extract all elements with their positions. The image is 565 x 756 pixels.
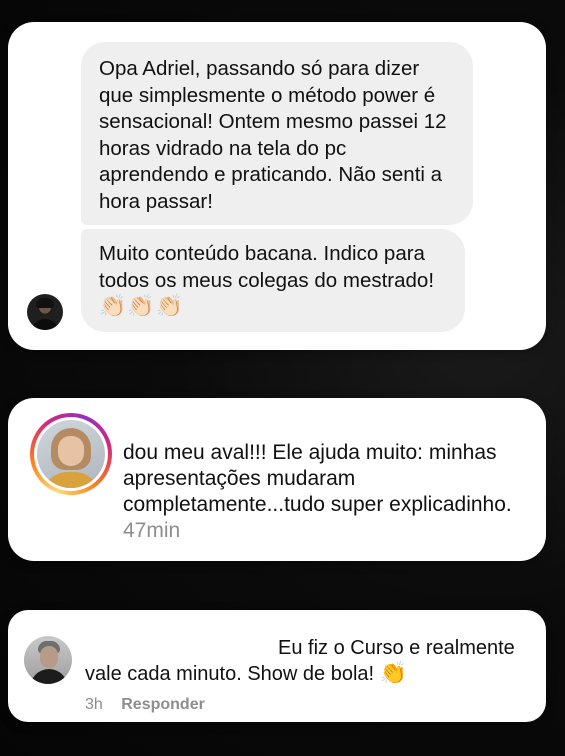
sender-avatar[interactable] bbox=[27, 294, 63, 330]
avatar-body bbox=[30, 669, 68, 684]
comment-text: vale cada minuto. Show de bola! bbox=[85, 663, 375, 685]
message-line: aprendendo e praticando. Não senti a bbox=[99, 163, 443, 186]
story-ring[interactable] bbox=[30, 413, 112, 495]
message-bubble[interactable]: Muito conteúdo bacana. Indico para todos… bbox=[81, 229, 465, 332]
avatar-face bbox=[40, 646, 58, 668]
comment-text: dou meu aval!!! Ele ajuda muito: minhas … bbox=[123, 441, 512, 516]
message-line: sensacional! Ontem mesmo passei 12 bbox=[99, 110, 447, 133]
story-ring-gap bbox=[34, 417, 108, 491]
dm-message-card: Opa Adriel, passando só para dizer que s… bbox=[8, 22, 546, 350]
commenter-avatar bbox=[37, 420, 105, 488]
comment-text-line: vale cada minuto. Show de bola! 👏 bbox=[85, 661, 408, 686]
story-reply-card: dou meu aval!!! Ele ajuda muito: minhas … bbox=[8, 398, 546, 561]
message-bubble[interactable]: Opa Adriel, passando só para dizer que s… bbox=[81, 42, 473, 225]
message-line: todos os meus colegas do mestrado! bbox=[99, 268, 435, 292]
avatar-face bbox=[58, 436, 84, 466]
comment-text-line: Eu fiz o Curso e realmente bbox=[278, 637, 515, 659]
clapping-hands-emoji: 👏 bbox=[379, 661, 409, 686]
commenter-avatar[interactable] bbox=[24, 636, 72, 684]
avatar-shirt bbox=[43, 472, 99, 488]
message-line: Muito conteúdo bacana. Indico para bbox=[99, 242, 425, 265]
comment-time: 47min bbox=[123, 519, 181, 542]
comment-card: Eu fiz o Curso e realmente vale cada min… bbox=[8, 610, 546, 722]
message-line: hora passar! bbox=[99, 189, 213, 213]
message-line: Opa Adriel, passando só para dizer bbox=[99, 57, 420, 80]
clapping-hands-emoji: 👏🏻👏🏻👏🏻 bbox=[99, 294, 185, 319]
story-reply-text: dou meu aval!!! Ele ajuda muito: minhas … bbox=[123, 440, 543, 544]
comment-time: 3h bbox=[85, 696, 103, 713]
comment-meta: 3h Responder bbox=[85, 696, 205, 714]
reply-button[interactable]: Responder bbox=[121, 696, 205, 713]
avatar-hair bbox=[36, 298, 54, 308]
message-line: que simplesmente o método power é bbox=[99, 83, 436, 107]
avatar-body bbox=[31, 319, 59, 330]
message-line: horas vidrado na tela do pc bbox=[99, 136, 347, 160]
